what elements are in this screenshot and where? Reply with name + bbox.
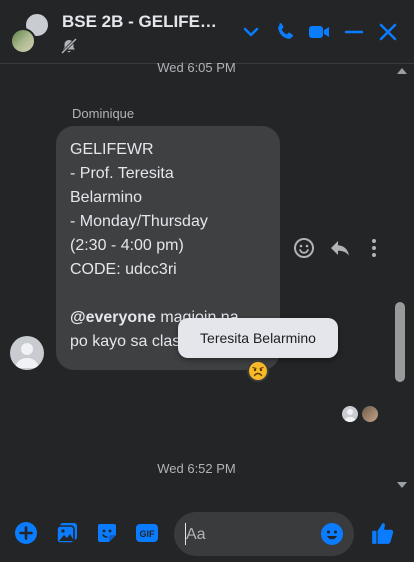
default-user-icon [15,343,39,368]
message-line: - Monday/Thursday [70,213,208,230]
more-options-icon[interactable] [362,236,386,260]
message-input-container[interactable] [174,512,354,556]
seen-avatar [362,406,378,422]
member-avatar [10,28,36,54]
svg-text:GIF: GIF [140,529,156,539]
chat-header: BSE 2B - GELIFEWR Prof. Teresita Belarmi… [0,0,414,64]
bell-muted-icon [60,38,78,54]
mention-everyone[interactable]: @everyone [70,309,156,326]
emoji-icon[interactable] [320,522,344,546]
seen-avatar [342,406,358,422]
scroll-up-arrow[interactable] [397,68,407,74]
timestamp: Wed 6:05 PM [157,60,236,75]
sticker-icon[interactable] [95,521,119,545]
close-icon[interactable] [376,20,400,44]
message-line: CODE: udcc3ri [70,261,177,278]
disappointed-emoji-icon [249,362,267,380]
reaction-badge[interactable] [247,360,269,382]
message-line: (2:30 - 4:00 pm) [70,237,184,254]
message-input[interactable] [186,524,316,546]
message-line: Belarmino [70,189,143,206]
scroll-down-arrow[interactable] [397,482,407,488]
scrollbar-thumb[interactable] [395,302,405,382]
thumbs-up-icon[interactable] [370,520,396,546]
phone-icon[interactable] [273,20,297,44]
sender-avatar[interactable] [10,336,44,370]
minimize-icon[interactable] [342,20,366,44]
gif-icon[interactable]: GIF [135,521,159,545]
sender-name: Dominique [72,106,135,121]
react-emoji-icon[interactable] [292,236,316,260]
add-icon[interactable] [14,521,38,545]
reply-icon[interactable] [328,236,352,260]
chat-title[interactable]: BSE 2B - GELIFEWR Prof. Teresita Belarmi… [62,12,232,32]
group-avatar[interactable] [8,10,52,54]
scrollbar-track[interactable] [393,64,414,498]
message-line: - Prof. Teresita [70,165,174,182]
message-line: GELIFEWR [70,141,154,158]
chevron-down-icon[interactable] [239,20,263,44]
video-camera-icon[interactable] [307,20,331,44]
photo-icon[interactable] [55,521,79,545]
timestamp: Wed 6:52 PM [157,461,236,476]
tooltip: Teresita Belarmino [178,318,338,358]
